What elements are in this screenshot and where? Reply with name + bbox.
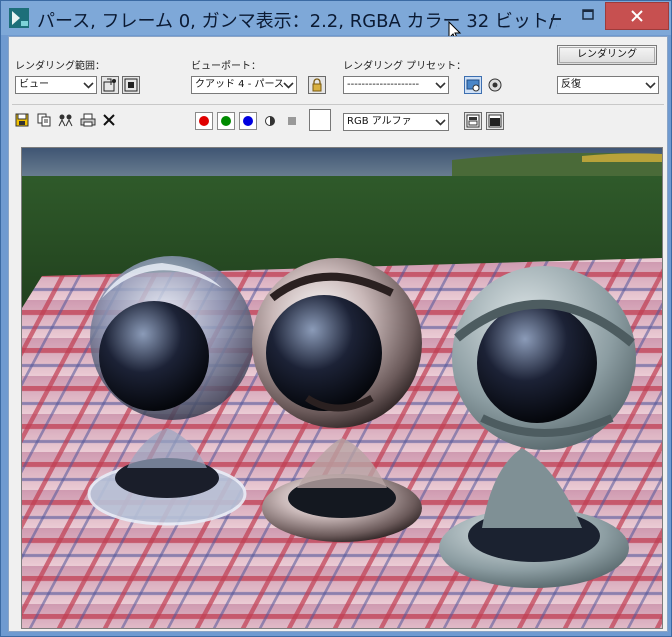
viewport-label: ビューポート： [191,61,261,72]
save-image-button[interactable] [13,111,31,129]
rendered-image [21,147,663,629]
lock-icon [312,78,322,92]
render-mode-value: 反復 [561,79,581,90]
red-channel-toggle[interactable] [195,112,213,130]
green-channel-toggle[interactable] [217,112,235,130]
render-setup-icon [466,79,480,92]
auto-region-button[interactable] [122,76,140,94]
render-mode-dropdown[interactable]: 反復 [557,76,659,94]
render-preset-dropdown[interactable]: -------------------- [343,76,449,94]
render-area-label: レンダリング範囲： [15,61,105,72]
environment-button[interactable] [486,76,504,94]
save-image-icon [15,113,29,127]
alpha-channel-icon [265,116,275,126]
rendered-frame-window: パース, フレーム 0, ガンマ表示：2.2, RGBA カラー 32 ビット/… [0,0,672,637]
toolbar-separator [12,104,664,105]
chevron-down-icon [435,119,446,126]
window-overlay-icon [466,114,480,128]
alpha-channel-toggle[interactable] [261,112,279,130]
red-channel-icon [199,116,209,126]
close-icon [631,10,643,22]
teapot-icon [488,78,502,92]
print-button[interactable] [79,111,97,129]
control-panel: レンダリング範囲： ビューポート： レンダリング プリセット： レンダリング ビ… [8,36,668,632]
display-channel-value: RGB アルファ [347,116,412,127]
clear-icon [103,114,115,126]
render-area-dropdown[interactable]: ビュー [15,76,97,94]
maximize-button[interactable] [573,2,603,28]
green-channel-icon [221,116,231,126]
monochrome-toggle[interactable] [283,112,301,130]
chevron-down-icon [435,82,446,89]
render-setup-button[interactable] [464,76,482,94]
print-icon [80,113,96,127]
swatch-color-box[interactable] [309,109,331,131]
render-scene [22,148,662,628]
toggle-ui-button[interactable] [486,112,504,130]
clone-frame-icon [58,114,73,127]
blue-channel-toggle[interactable] [239,112,257,130]
render-preset-label: レンダリング プリセット： [343,61,467,72]
lock-viewport-button[interactable] [308,76,326,94]
chevron-down-icon [283,82,294,89]
title-bar[interactable]: パース, フレーム 0, ガンマ表示：2.2, RGBA カラー 32 ビット/… [1,1,671,42]
window-icon [488,114,502,128]
chevron-down-icon [645,82,656,89]
edit-region-button[interactable] [101,76,119,94]
close-button[interactable] [605,2,669,30]
maximize-icon [582,9,594,20]
render-button[interactable]: レンダリング [557,45,657,65]
auto-region-icon [124,78,138,92]
app-icon [9,8,29,28]
window-title: パース, フレーム 0, ガンマ表示：2.2, RGBA カラー 32 ビット/… [37,11,557,32]
display-channel-dropdown[interactable]: RGB アルファ [343,113,449,131]
clone-frame-button[interactable] [57,111,75,129]
clear-button[interactable] [100,111,118,129]
minimize-button[interactable] [541,2,571,28]
blue-channel-icon [243,116,253,126]
toggle-ui-overlay-button[interactable] [464,112,482,130]
render-area-value: ビュー [19,79,49,90]
edit-region-icon [103,78,116,92]
copy-image-button[interactable] [35,111,53,129]
monochrome-icon [288,117,296,125]
copy-image-icon [37,113,51,127]
minimize-icon [551,18,561,20]
chevron-down-icon [83,82,94,89]
viewport-value: クアッド 4 - パース [195,79,285,90]
viewport-dropdown[interactable]: クアッド 4 - パース [191,76,297,94]
render-preset-value: -------------------- [347,79,420,90]
